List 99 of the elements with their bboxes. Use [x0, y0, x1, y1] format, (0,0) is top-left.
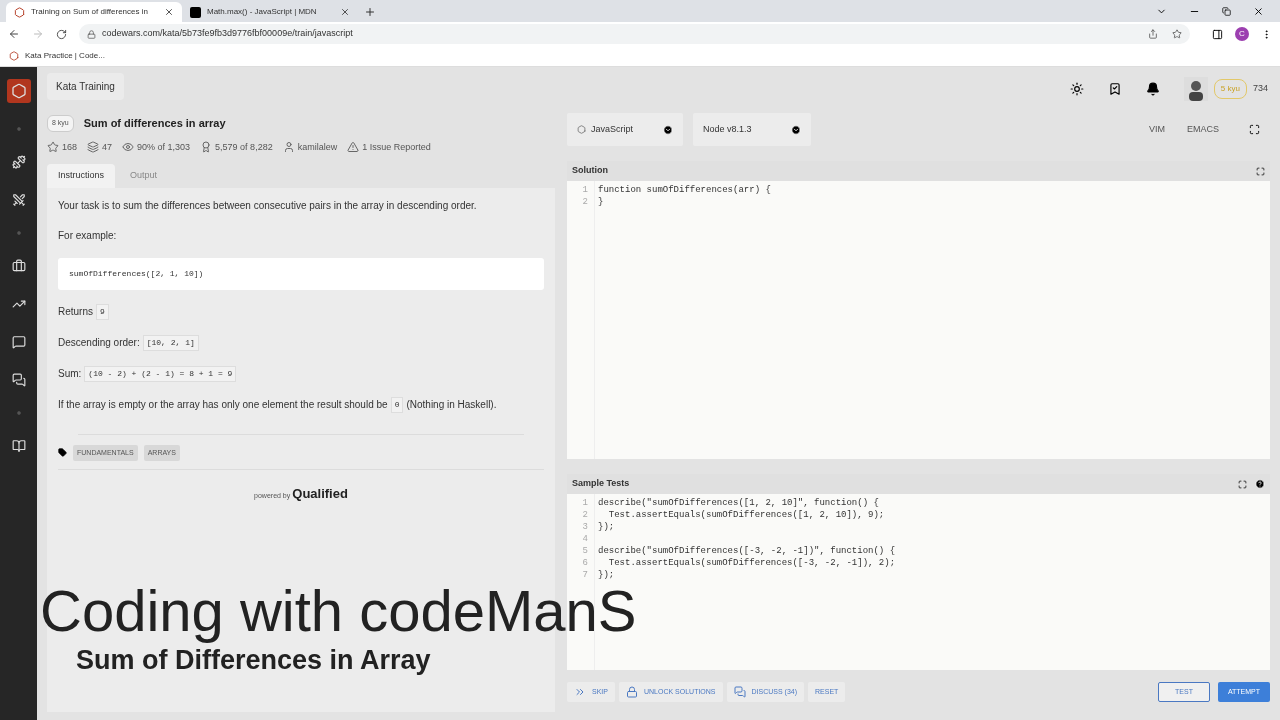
line-number: 1	[582, 184, 588, 196]
forum-icon[interactable]	[11, 373, 26, 387]
share-icon[interactable]	[1148, 29, 1158, 39]
kata-title: Sum of differences in array	[83, 116, 226, 131]
code-line: describe("sumOfDifferences([-3, -2, -1])", function() {	[598, 546, 896, 556]
reload-icon[interactable]	[56, 28, 67, 40]
bookmark-label: Kata Practice | Code...	[25, 50, 105, 62]
browser-tab[interactable]: Training on Sum of differences in	[6, 2, 182, 22]
code-line: });	[598, 570, 615, 580]
restore-icon[interactable]	[1222, 7, 1231, 16]
chat-icon	[733, 686, 746, 698]
panel-tab[interactable]: Instructions	[47, 164, 116, 188]
video-caption-subtitle: Sum of Differences in Array	[76, 644, 432, 677]
panel-title: Sample Tests	[572, 477, 631, 491]
stat-text: 5,579 of 8,282	[215, 140, 273, 154]
line-number: 4	[582, 533, 588, 545]
code-editor[interactable]: 1 2 function sumOfDifferences(arr) { }	[567, 181, 1270, 459]
line-number: 3	[582, 521, 588, 533]
layers-icon	[87, 141, 100, 154]
code-line: describe("sumOfDifferences([1, 2, 10]", function() {	[598, 498, 879, 508]
chevron-icon	[791, 124, 801, 135]
inline-code: [10, 2, 1]	[142, 334, 199, 351]
avatar[interactable]	[1183, 77, 1208, 101]
double-chevron-icon	[574, 686, 586, 698]
warning-icon	[347, 141, 360, 154]
mode-button[interactable]: EMACS	[1181, 122, 1225, 137]
paragraph: If the array is empty or the array has only one element the result should be	[58, 398, 388, 412]
star-icon	[47, 141, 59, 154]
inline-code: 9	[96, 303, 109, 320]
inline-code: (10 - 2) + (2 - 1) = 8 + 1 = 9	[84, 365, 237, 382]
rank-badge: 5 kyu	[1213, 79, 1247, 99]
stat-text: 90% of 1,303	[137, 140, 191, 154]
qualified-logo[interactable]: Qualified	[292, 484, 348, 504]
bookmark-star-icon[interactable]	[1172, 29, 1182, 39]
close-icon[interactable]	[164, 7, 174, 17]
lock-icon	[87, 29, 96, 39]
code-line: Test.assertEquals(sumOfDifferences([1, 2, 10]), 9);	[607, 510, 885, 520]
chevron-icon	[663, 124, 673, 135]
book-icon[interactable]	[11, 439, 26, 453]
lock-icon	[625, 686, 638, 698]
chat-icon[interactable]	[11, 335, 26, 349]
line-number: 2	[582, 509, 588, 521]
stat-text: 47	[102, 140, 113, 154]
panel-title: Solution	[572, 164, 609, 178]
language-dropdown[interactable]: JavaScript	[567, 113, 683, 146]
line-number: 5	[582, 545, 588, 557]
paragraph: Descending order:	[58, 336, 140, 350]
help-icon[interactable]	[1255, 479, 1265, 489]
award-icon	[200, 141, 213, 154]
tab-title: Training on Sum of differences in	[31, 6, 149, 18]
paragraph: For example:	[58, 228, 117, 243]
code-block: sumOfDifferences([2, 1, 10])	[58, 257, 544, 290]
paragraph: Your task is to sum the differences between consecutive pairs in the array in descending order.	[58, 198, 477, 213]
stat-text: kamilalew	[297, 140, 338, 154]
paragraph: Sum:	[58, 367, 82, 381]
fullscreen-icon[interactable]	[1249, 124, 1260, 135]
version-dropdown[interactable]: Node v8.1.3	[693, 113, 811, 146]
bookmark-icon[interactable]	[1107, 82, 1122, 96]
url-text: codewars.com/kata/5b73fe9fb3d9776fbf00009e/train/javascript	[102, 27, 354, 41]
logo-icon	[190, 6, 201, 18]
mode-button[interactable]: VIM	[1142, 122, 1171, 137]
code-line: function sumOfDifferences(arr) {	[598, 185, 771, 195]
close-icon[interactable]	[340, 7, 350, 17]
profile-avatar[interactable]: C	[1235, 27, 1249, 41]
logo-icon	[9, 51, 19, 61]
back-icon[interactable]	[8, 28, 20, 40]
breadcrumb[interactable]: Kata Training	[47, 72, 124, 100]
user-icon	[282, 141, 295, 154]
tag-icon	[58, 448, 67, 458]
line-number: 1	[582, 497, 588, 509]
notification-icon[interactable]	[1145, 82, 1160, 96]
paragraph: (Nothing in Haskell).	[406, 398, 497, 412]
side-panel-icon[interactable]	[1212, 28, 1223, 40]
expand-icon[interactable]	[1256, 166, 1265, 176]
code-line: }	[598, 197, 604, 207]
code-line: Test.assertEquals(sumOfDifferences([-3, -2, -1]), 2);	[607, 558, 896, 568]
briefcase-icon[interactable]	[11, 259, 26, 273]
line-number: 2	[582, 196, 588, 208]
stat-text: 168	[62, 140, 78, 154]
close-icon[interactable]	[1253, 6, 1264, 17]
browser-tab[interactable]: Math.max() - JavaScript | MDN	[182, 2, 358, 22]
stat-text: 1 Issue Reported	[362, 140, 431, 154]
address-bar[interactable]: codewars.com/kata/5b73fe9fb3d9776fbf00009e/train/javascript	[79, 24, 1190, 44]
training-icon[interactable]	[11, 155, 26, 169]
code-line: });	[598, 522, 615, 532]
swords-icon[interactable]	[11, 193, 26, 207]
new-tab-icon[interactable]	[364, 6, 376, 18]
theme-icon[interactable]	[1069, 82, 1084, 96]
inline-code: 0	[390, 396, 404, 413]
line-number: 7	[582, 569, 588, 581]
logo-icon	[14, 6, 25, 18]
tab-title: Math.max() - JavaScript | MDN	[207, 6, 318, 18]
eye-icon	[122, 141, 135, 154]
line-number: 6	[582, 557, 588, 569]
expand-icon[interactable]	[1238, 479, 1247, 489]
logo-icon[interactable]	[6, 79, 31, 103]
language-icon	[577, 125, 586, 134]
paragraph: Returns	[58, 305, 93, 319]
honor-count: 734	[1252, 82, 1268, 96]
